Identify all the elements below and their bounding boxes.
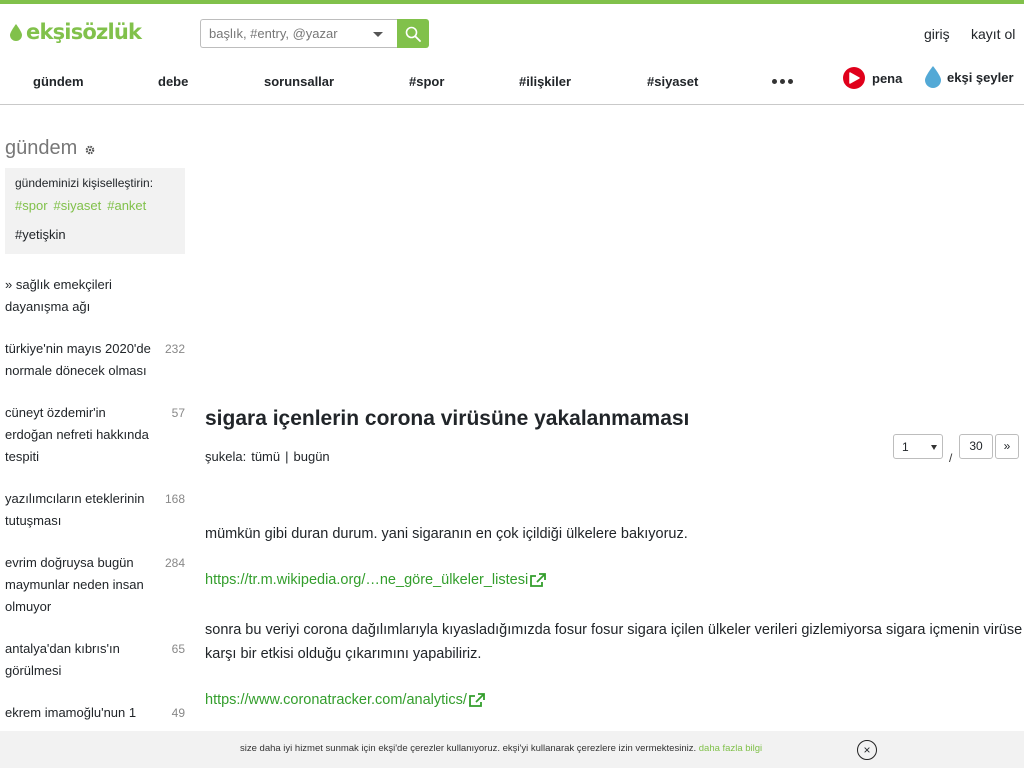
filter-separator: | (285, 449, 289, 464)
more-dots-icon[interactable] (772, 79, 793, 84)
topic-title: evrim doğruysa bugün maymunlar neden ins… (5, 555, 144, 614)
list-item[interactable]: » sağlık emekçileri dayanışma ağı (5, 274, 185, 318)
cookie-banner: size daha iyi hizmet sunmak için ekşi'de… (0, 731, 1024, 768)
search-form (200, 19, 429, 48)
tag-siyaset[interactable]: #siyaset (54, 198, 102, 213)
nav-item-debe[interactable]: debe (158, 74, 188, 89)
eksi-seyler-link[interactable]: ekşi şeyler (925, 66, 1014, 88)
external-link-icon (469, 693, 485, 707)
search-box (200, 19, 397, 48)
drop-icon (10, 23, 22, 41)
pena-play-icon (843, 67, 865, 89)
cookie-more-info-link[interactable]: daha fazla bilgi (699, 743, 762, 754)
page-select[interactable]: 1 (893, 433, 943, 459)
personalize-box: gündeminizi kişiselleştirin: #spor #siya… (5, 168, 185, 254)
gear-icon[interactable] (85, 145, 95, 155)
personalize-tags: #spor #siyaset #anket (15, 198, 175, 213)
sidebar-title-text: gündem (5, 137, 78, 159)
list-item[interactable]: türkiye'nin mayıs 2020'de normale dönece… (5, 338, 185, 382)
tag-yetiskin[interactable]: #yetişkin (15, 227, 175, 242)
next-page-button[interactable]: » (995, 433, 1019, 459)
nav-item-spor[interactable]: #spor (409, 74, 444, 89)
tag-spor[interactable]: #spor (15, 198, 48, 213)
pena-label: pena (872, 70, 903, 86)
logo-text: ekşisözlük (26, 20, 142, 44)
external-link-icon (530, 573, 547, 587)
topic-title: türkiye'nin mayıs 2020'de normale dönece… (5, 341, 151, 378)
header: ekşisözlük giriş kayıt ol (0, 4, 1024, 64)
drop-icon (925, 66, 941, 88)
page-separator: / (949, 451, 953, 465)
nav-item-sorunsallar[interactable]: sorunsallar (264, 74, 334, 89)
topic-count: 168 (164, 492, 185, 506)
cookie-message: size daha iyi hizmet sunmak için ekşi'de… (240, 743, 697, 754)
pena-link[interactable]: pena (843, 67, 902, 89)
entry-paragraph: sonra bu veriyi corona dağılımlarıyla kı… (205, 622, 1023, 662)
topic-count: 232 (164, 342, 185, 356)
page-current: 1 (902, 439, 909, 454)
eksi-seyler-label: ekşi şeyler (947, 69, 1014, 85)
chevron-down-icon (931, 444, 937, 450)
topic-heading[interactable]: sigara içenlerin corona virüsüne yakalan… (205, 407, 689, 431)
search-input[interactable] (201, 20, 361, 47)
entry-link-text: https://www.coronatracker.com/analytics/ (205, 692, 467, 708)
entry-link-text: https://tr.m.wikipedia.org/…ne_göre_ülke… (205, 572, 529, 588)
topic-title: antalya'dan kıbrıs'ın görülmesi (5, 641, 120, 678)
logo[interactable]: ekşisözlük (10, 20, 142, 44)
nav-item-iliskiler[interactable]: #ilişkiler (519, 74, 571, 89)
list-item[interactable]: evrim doğruysa bugün maymunlar neden ins… (5, 552, 185, 618)
tag-anket[interactable]: #anket (107, 198, 146, 213)
topic-count: 57 (171, 406, 185, 420)
list-item[interactable]: antalya'dan kıbrıs'ın görülmesi 65 (5, 638, 185, 682)
last-page-button[interactable]: 30 (959, 433, 993, 459)
entry-link[interactable]: https://tr.m.wikipedia.org/…ne_göre_ülke… (205, 572, 547, 588)
main-content: sigara içenlerin corona virüsüne yakalan… (205, 105, 1024, 735)
main-nav: gündem debe sorunsallar #spor #ilişkiler… (0, 64, 1024, 105)
chevron-down-icon[interactable] (373, 32, 383, 37)
personalize-title: gündeminizi kişiselleştirin: (15, 176, 154, 190)
filter-label: şukela: (205, 449, 247, 464)
search-icon (405, 26, 421, 42)
topic-count: 49 (171, 706, 185, 720)
login-link[interactable]: giriş (924, 26, 950, 42)
topic-count: 284 (164, 556, 185, 570)
topic-title: ekrem imamoğlu'nun 1 (5, 705, 137, 720)
list-item[interactable]: ekrem imamoğlu'nun 1 49 (5, 702, 185, 724)
topic-count: 65 (171, 642, 185, 656)
close-icon[interactable]: × (857, 740, 877, 760)
entry-filters: şukela: tümü | bugün (205, 449, 330, 464)
nav-item-gundem[interactable]: gündem (33, 74, 84, 89)
topic-title: » sağlık emekçileri dayanışma ağı (5, 277, 112, 314)
sidebar: gündem gündeminizi kişiselleştirin: #spo… (0, 105, 195, 735)
register-link[interactable]: kayıt ol (971, 26, 1015, 42)
list-item[interactable]: cüneyt özdemir'in erdoğan nefreti hakkın… (5, 402, 185, 468)
entry-link[interactable]: https://www.coronatracker.com/analytics/ (205, 692, 485, 708)
filter-all-link[interactable]: tümü (251, 449, 280, 464)
sidebar-title: gündem (5, 137, 95, 160)
nav-item-siyaset[interactable]: #siyaset (647, 74, 698, 89)
search-button[interactable] (397, 19, 429, 48)
topic-title: yazılımcıların eteklerinin tutuşması (5, 491, 145, 528)
filter-today-link[interactable]: bugün (294, 449, 330, 464)
topic-title: cüneyt özdemir'in erdoğan nefreti hakkın… (5, 405, 149, 464)
cookie-text: size daha iyi hizmet sunmak için ekşi'de… (240, 743, 762, 754)
list-item[interactable]: yazılımcıların eteklerinin tutuşması 168 (5, 488, 185, 532)
entry-paragraph: mümkün gibi duran durum. yani sigaranın … (205, 526, 688, 542)
